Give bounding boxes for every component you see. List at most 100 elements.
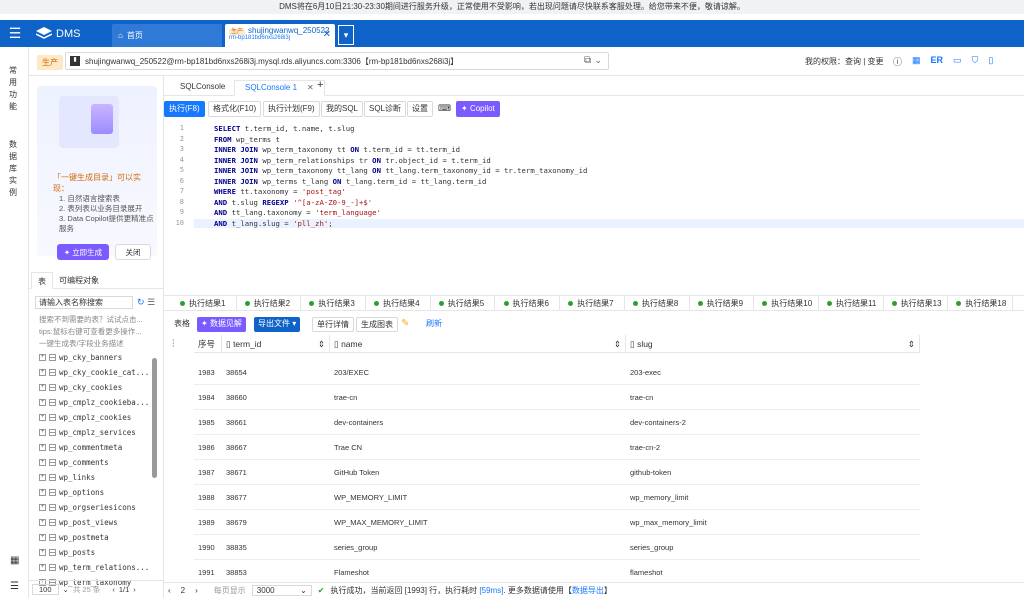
table-tree-item[interactable]: + wp_cmplz_cookies xyxy=(39,410,151,425)
col-header-term-id[interactable]: ▯ term_id ⇕ xyxy=(222,335,330,353)
result-tab[interactable]: 执行结果10 xyxy=(754,296,819,310)
tab-sqlconsole[interactable]: SQLConsole xyxy=(170,80,235,96)
table-view-button[interactable]: 表格 xyxy=(170,317,194,332)
col-header-name[interactable]: ▯ name ⇕ xyxy=(330,335,626,353)
table-tree-item[interactable]: + wp_options xyxy=(39,485,151,500)
result-tab[interactable]: 执行结果5 xyxy=(431,296,496,310)
close-icon[interactable]: ✕ xyxy=(323,29,331,40)
table-cell[interactable]: trae-cn xyxy=(330,385,626,410)
table-tree-item[interactable]: + wp_cmplz_services xyxy=(39,425,151,440)
er-icon[interactable]: ER xyxy=(931,55,944,68)
expand-icon[interactable]: + xyxy=(39,504,46,511)
result-tab[interactable]: 执行结果8 xyxy=(625,296,690,310)
table-tree-item[interactable]: + wp_post_views xyxy=(39,515,151,530)
table-tree-item[interactable]: + wp_posts xyxy=(39,545,151,560)
connection-select[interactable]: ▮ shujingwanwq_250522@rm-bp181bd6nxs268i… xyxy=(65,52,609,70)
app-logo[interactable]: DMS xyxy=(36,25,80,42)
table-cell[interactable]: 1984 xyxy=(194,385,222,410)
copilot-button[interactable]: ✦ Copilot xyxy=(456,101,500,117)
table-cell[interactable]: GitHub Token xyxy=(330,460,626,485)
table-row[interactable]: 1989 38679 WP_MAX_MEMORY_LIMIT wp_max_memor… xyxy=(194,510,920,535)
col-header-index[interactable]: 序号 xyxy=(194,335,222,353)
table-cell[interactable]: WP_MAX_MEMORY_LIMIT xyxy=(330,510,626,535)
table-tree-item[interactable]: + wp_term_relations... xyxy=(39,560,151,575)
list-icon[interactable]: ☰ xyxy=(147,297,155,307)
table-tree-item[interactable]: + wp_orgseriesicons xyxy=(39,500,151,515)
table-cell[interactable]: 1983 xyxy=(194,360,222,385)
hamburger-menu-icon[interactable]: ☰ xyxy=(0,20,30,47)
col-header-slug[interactable]: ▯ slug ⇕ xyxy=(626,335,920,353)
table-cell[interactable]: 38679 xyxy=(222,510,330,535)
table-tree-item[interactable]: + wp_commentmeta xyxy=(39,440,151,455)
refresh-button[interactable]: 刷新 xyxy=(422,317,446,332)
table-cell[interactable]: 1991 xyxy=(194,560,222,579)
table-cell[interactable]: 38671 xyxy=(222,460,330,485)
close-icon[interactable]: ✕ xyxy=(307,83,314,92)
rail-db-instances[interactable]: 数据库实例 xyxy=(9,139,19,199)
table-row[interactable]: 1985 38661 dev-containers dev-containers-2 xyxy=(194,410,920,435)
page-size-select[interactable]: 3000 ⌄ xyxy=(251,585,312,596)
my-permissions[interactable]: 我的权限：查询 | 变更 xyxy=(805,56,884,67)
result-tab[interactable]: 执行结果6 xyxy=(496,296,561,310)
table-cell[interactable]: 38660 xyxy=(222,385,330,410)
table-cell[interactable]: 38853 xyxy=(222,560,330,579)
table-row[interactable]: 1984 38660 trae-cn trae-cn xyxy=(194,385,920,410)
code-line[interactable]: AND t.slug REGEXP '^[a-zA-Z0-9_-]+$' xyxy=(214,198,372,207)
table-cell[interactable]: 38667 xyxy=(222,435,330,460)
tree-scrollbar[interactable] xyxy=(152,358,157,478)
expand-icon[interactable]: + xyxy=(39,459,46,466)
table-tree-item[interactable]: + wp_cky_cookie_cat... xyxy=(39,365,151,380)
code-line[interactable]: SELECT t.term_id, t.name, t.slug xyxy=(214,124,355,133)
expand-icon[interactable]: + xyxy=(39,474,46,481)
keyboard-icon[interactable]: ⌨ xyxy=(438,103,451,114)
code-line[interactable]: AND t_lang.slug = 'pll_zh'; xyxy=(194,218,1024,228)
sql-diagnosis-button[interactable]: SQL诊断 xyxy=(364,101,407,117)
table-cell[interactable]: 203-exec xyxy=(626,360,920,385)
table-row[interactable]: 1990 38835 series_group series_group xyxy=(194,535,920,560)
expand-icon[interactable]: + xyxy=(39,354,46,361)
table-cell[interactable]: 1988 xyxy=(194,485,222,510)
settings-button[interactable]: 设置 xyxy=(407,101,433,117)
expand-icon[interactable]: + xyxy=(39,384,46,391)
table-cell[interactable]: 38677 xyxy=(222,485,330,510)
table-row[interactable]: 1991 38853 Flameshot flameshot xyxy=(194,560,920,579)
table-cell[interactable]: series_group xyxy=(626,535,920,560)
table-cell[interactable]: Flameshot xyxy=(330,560,626,579)
row-detail-button[interactable]: 单行详情 xyxy=(312,317,354,332)
table-cell[interactable]: WP_MEMORY_LIMIT xyxy=(330,485,626,510)
sql-editor[interactable]: 1 SELECT t.term_id, t.name, t.slug 2 FROM w… xyxy=(164,120,1024,296)
shield-icon[interactable]: ⛉ xyxy=(972,55,979,68)
prev-page-icon[interactable]: ‹ xyxy=(112,585,115,594)
table-cell[interactable]: 38835 xyxy=(222,535,330,560)
monitor-icon[interactable]: ▭ xyxy=(953,55,962,68)
grid-icon[interactable]: ▦ xyxy=(912,55,921,68)
tab-tables[interactable]: 表 xyxy=(31,272,53,289)
tab-programmable-objects[interactable]: 可编程对象 xyxy=(53,272,105,289)
table-cell[interactable]: trae-cn-2 xyxy=(626,435,920,460)
table-cell[interactable]: dev-containers xyxy=(330,410,626,435)
expand-icon[interactable]: + xyxy=(39,369,46,376)
result-tab[interactable]: 执行结果2 xyxy=(237,296,302,310)
next-page-icon[interactable]: › xyxy=(133,585,136,594)
rail-common-functions[interactable]: 常用功能 xyxy=(9,65,19,113)
execute-button[interactable]: 执行(F8) xyxy=(164,101,205,117)
code-line[interactable]: AND tt_lang.taxonomy = 'term_language' xyxy=(214,208,381,217)
hint-generate[interactable]: 一键生成表/字段业务描述 xyxy=(39,338,154,349)
add-tab-icon[interactable]: + xyxy=(317,79,323,91)
data-insight-button[interactable]: ✦ 数据见解 xyxy=(197,317,246,332)
expand-icon[interactable]: + xyxy=(39,564,46,571)
export-file-button[interactable]: 导出文件 ▾ xyxy=(254,317,301,332)
table-cell[interactable]: dev-containers-2 xyxy=(626,410,920,435)
expand-icon[interactable]: + xyxy=(39,519,46,526)
expand-icon[interactable]: + xyxy=(39,489,46,496)
result-tab[interactable]: 执行结果3 xyxy=(301,296,367,310)
explain-button[interactable]: 执行计划(F9) xyxy=(263,101,320,117)
chevron-down-icon[interactable]: ▾ xyxy=(338,25,354,45)
table-cell[interactable]: Trae CN xyxy=(330,435,626,460)
table-cell[interactable]: 1989 xyxy=(194,510,222,535)
result-tab[interactable]: 执行结果9 xyxy=(690,296,755,310)
grid-apps-icon[interactable]: ▦ xyxy=(10,555,19,566)
hint-search[interactable]: 搜索不到需要的表？试试点击... xyxy=(39,314,154,325)
code-line[interactable]: INNER JOIN wp_terms t_lang ON t_lang.ter… xyxy=(214,177,486,186)
copy-icon[interactable]: ⧉ xyxy=(584,55,591,66)
